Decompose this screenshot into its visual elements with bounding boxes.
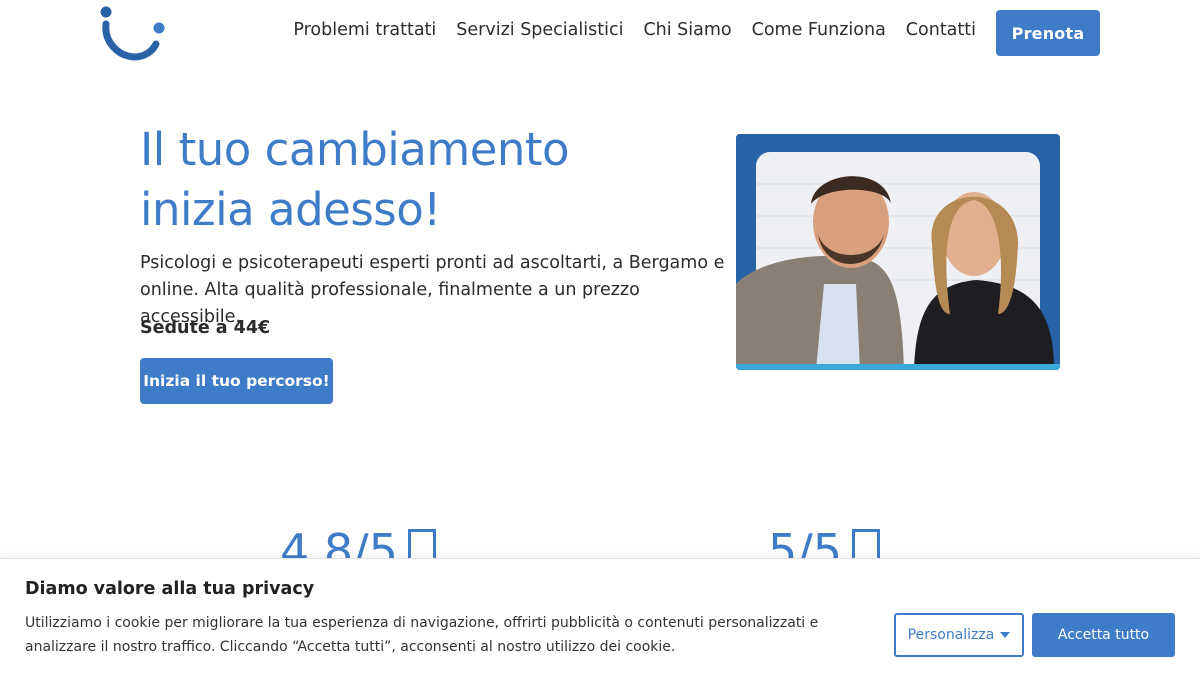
site-header: Problemi trattati Servizi Specialistici … <box>0 0 1200 66</box>
hero-title-line-1: Il tuo cambiamento <box>140 123 570 176</box>
nav-item-contatti[interactable]: Contatti <box>906 20 976 40</box>
start-journey-button[interactable]: Inizia il tuo percorso! <box>140 358 333 404</box>
team-photo <box>736 134 1060 370</box>
logo-icon[interactable] <box>98 4 168 62</box>
accept-all-button[interactable]: Accetta tutto <box>1032 613 1175 657</box>
cookie-title: Diamo valore alla tua privacy <box>25 579 315 599</box>
nav-item-servizi[interactable]: Servizi Specialistici <box>456 20 623 40</box>
nav-item-come-funziona[interactable]: Come Funziona <box>752 20 886 40</box>
main-nav: Problemi trattati Servizi Specialistici … <box>293 20 976 40</box>
hero-price: Sedute a 44€ <box>140 318 271 338</box>
cookie-banner: Diamo valore alla tua privacy Utilizziam… <box>0 558 1200 675</box>
cookie-text: Utilizziamo i cookie per migliorare la t… <box>25 615 819 655</box>
nav-item-problemi[interactable]: Problemi trattati <box>293 20 436 40</box>
hero-title: Il tuo cambiamento inizia adesso! <box>140 120 700 240</box>
prenota-button[interactable]: Prenota <box>996 10 1100 56</box>
hero-title-line-2: inizia adesso! <box>140 183 441 236</box>
customize-label: Personalizza <box>907 627 995 643</box>
caret-down-icon <box>1000 632 1011 638</box>
nav-item-chi-siamo[interactable]: Chi Siamo <box>643 20 731 40</box>
customize-button[interactable]: Personalizza <box>894 613 1024 657</box>
